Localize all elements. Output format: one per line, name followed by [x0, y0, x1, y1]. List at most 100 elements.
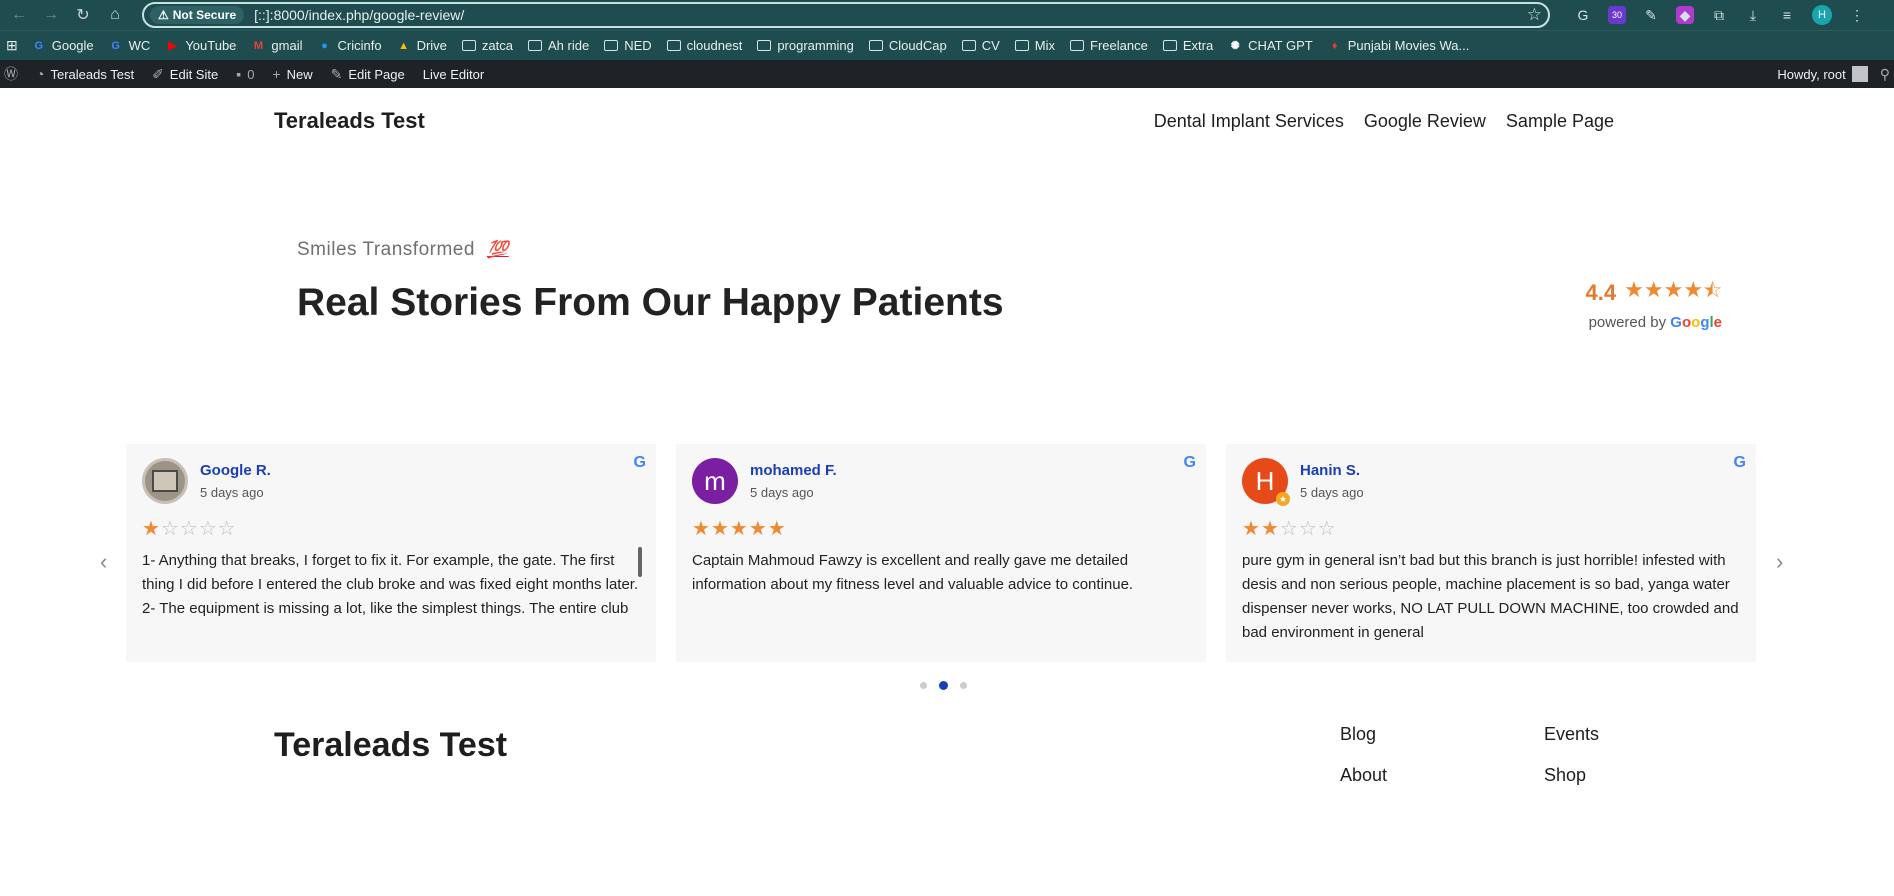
- bookmark-item[interactable]: CloudCap: [868, 38, 947, 53]
- site-header: Teraleads Test Dental Implant Services G…: [0, 88, 1894, 154]
- wordpress-logo-icon[interactable]: Ⓦ: [4, 64, 18, 84]
- gmail-icon: M: [253, 39, 263, 52]
- brush-icon: ✐: [152, 65, 164, 82]
- color-picker-icon[interactable]: ◆: [1676, 6, 1694, 24]
- extension-badge[interactable]: 30: [1608, 6, 1626, 24]
- google-rating-summary: 4.4 ★★★★⯪ powered by Google: [1586, 276, 1722, 331]
- drive-icon: ▲: [398, 39, 410, 52]
- wp-live-editor[interactable]: Live Editor: [423, 67, 484, 82]
- reviewer-name[interactable]: Hanin S.: [1300, 462, 1364, 479]
- comment-icon: ▪: [236, 66, 242, 82]
- dashboard-icon: ◔: [36, 66, 45, 82]
- bookmark-item[interactable]: G WC: [109, 38, 150, 53]
- eyebrow: Smiles Transformed 💯: [297, 239, 509, 260]
- address-bar[interactable]: ⚠ Not Secure [::]:8000/index.php/google-r…: [142, 2, 1550, 28]
- url-text[interactable]: [::]:8000/index.php/google-review/: [254, 7, 1517, 23]
- footer-link-about[interactable]: About: [1340, 765, 1544, 786]
- star-empty-icon: ☆: [198, 518, 218, 540]
- review-text: pure gym in general isn’t bad but this b…: [1242, 552, 1739, 641]
- warning-icon: ⚠: [158, 8, 169, 22]
- review-time: 5 days ago: [1300, 485, 1364, 500]
- bookmark-item[interactable]: ♦ Punjabi Movies Wa...: [1328, 38, 1469, 53]
- bookmark-item[interactable]: G Google: [32, 38, 93, 53]
- bookmark-item[interactable]: Mgmail: [251, 38, 303, 53]
- bookmark-item[interactable]: programming: [757, 38, 854, 53]
- review-text: 1- Anything that breaks, I forget to fix…: [142, 552, 639, 617]
- movie-icon: ♦: [1331, 39, 1338, 52]
- bookmark-item[interactable]: ● Cricinfo: [318, 38, 381, 53]
- bookmark-item[interactable]: Freelance: [1070, 38, 1148, 53]
- carousel-pagination: [920, 681, 967, 690]
- avatar: H ★: [1242, 458, 1290, 506]
- bookmark-item[interactable]: cloudnest: [666, 38, 742, 53]
- wp-account[interactable]: Howdy, root: [1777, 66, 1868, 82]
- bookmark-item[interactable]: NED: [604, 38, 652, 53]
- review-time: 5 days ago: [200, 485, 264, 500]
- carousel-next-arrow-icon[interactable]: ›: [1776, 549, 1783, 575]
- wp-site-link[interactable]: ◔ Teraleads Test: [36, 66, 134, 82]
- reload-icon[interactable]: ↻: [72, 4, 94, 26]
- wp-new[interactable]: + New: [272, 66, 312, 82]
- bookmark-item[interactable]: CV: [961, 38, 1000, 53]
- review-scrollbar[interactable]: [638, 547, 642, 577]
- folder-icon: [461, 39, 476, 53]
- folder-icon: [1162, 39, 1177, 53]
- reviewer-name[interactable]: Google R.: [200, 462, 271, 479]
- site-title[interactable]: Teraleads Test: [274, 108, 425, 134]
- extensions-icon[interactable]: ⧉: [1710, 6, 1728, 24]
- footer-link-blog[interactable]: Blog: [1340, 724, 1544, 745]
- reviewer-name[interactable]: mohamed F.: [750, 462, 837, 479]
- star-filled-icon: ★: [729, 518, 749, 540]
- carousel-dot[interactable]: [960, 682, 967, 689]
- wp-edit-page[interactable]: ✎ Edit Page: [331, 66, 405, 83]
- bookmark-item[interactable]: Ah ride: [528, 38, 589, 53]
- bookmark-item[interactable]: Extra: [1162, 38, 1213, 53]
- footer-site-title[interactable]: Teraleads Test: [274, 726, 507, 765]
- nav-google-review[interactable]: Google Review: [1364, 111, 1486, 132]
- carousel-prev-arrow-icon[interactable]: ‹: [100, 549, 107, 575]
- media-icon[interactable]: ≡: [1778, 6, 1796, 24]
- google-icon: G: [111, 39, 120, 52]
- grammarly-icon[interactable]: G: [1574, 6, 1592, 24]
- footer-link-shop[interactable]: Shop: [1544, 765, 1664, 786]
- forward-icon[interactable]: →: [40, 4, 62, 26]
- bookmark-item[interactable]: ✺ CHAT GPT: [1228, 38, 1313, 53]
- back-icon[interactable]: ←: [8, 4, 30, 26]
- review-text: Captain Mahmoud Fawzy is excellent and r…: [692, 552, 1134, 593]
- wp-edit-site[interactable]: ✐ Edit Site: [152, 66, 218, 83]
- carousel-dot[interactable]: [939, 681, 948, 690]
- menu-icon[interactable]: ⋮: [1848, 6, 1866, 24]
- google-g-icon: G: [1733, 454, 1746, 471]
- home-icon[interactable]: ⌂: [104, 4, 126, 26]
- powered-by-google: powered by Google: [1588, 314, 1722, 331]
- star-filled-icon: ★: [1242, 518, 1261, 540]
- bookmark-item[interactable]: ▲ Drive: [397, 38, 447, 53]
- apps-icon[interactable]: ⊞: [6, 37, 18, 54]
- footer-link-events[interactable]: Events: [1544, 724, 1664, 745]
- bookmark-item[interactable]: ▶ YouTube: [165, 38, 236, 53]
- avatar: [1851, 66, 1868, 82]
- youtube-icon: ▶: [168, 40, 177, 52]
- download-icon[interactable]: ⤓: [1744, 6, 1762, 24]
- wp-comments[interactable]: ▪ 0: [236, 66, 254, 82]
- edit-icon[interactable]: ✎: [1642, 6, 1660, 24]
- folder-icon: [961, 39, 976, 53]
- profile-avatar[interactable]: H: [1812, 5, 1832, 25]
- google-logo: Google: [1670, 314, 1722, 331]
- nav-dental-implant-services[interactable]: Dental Implant Services: [1154, 111, 1344, 132]
- star-filled-icon: ★: [748, 518, 768, 540]
- folder-icon: [604, 39, 619, 53]
- star-empty-icon: ☆: [160, 518, 180, 540]
- avatar: m: [692, 458, 738, 504]
- google-g-icon: G: [1183, 454, 1196, 471]
- nav-sample-page[interactable]: Sample Page: [1506, 111, 1614, 132]
- search-icon[interactable]: ⚲: [1880, 66, 1890, 83]
- star-full-icon: ★: [1683, 277, 1704, 302]
- google-icon: G: [34, 39, 44, 52]
- bookmark-item[interactable]: Mix: [1014, 38, 1055, 53]
- bookmark-item[interactable]: zatca: [461, 38, 513, 53]
- carousel-dot[interactable]: [920, 682, 927, 689]
- bookmark-star-icon[interactable]: ☆: [1527, 5, 1542, 25]
- folder-icon: [666, 39, 681, 53]
- not-secure-chip[interactable]: ⚠ Not Secure: [150, 6, 245, 24]
